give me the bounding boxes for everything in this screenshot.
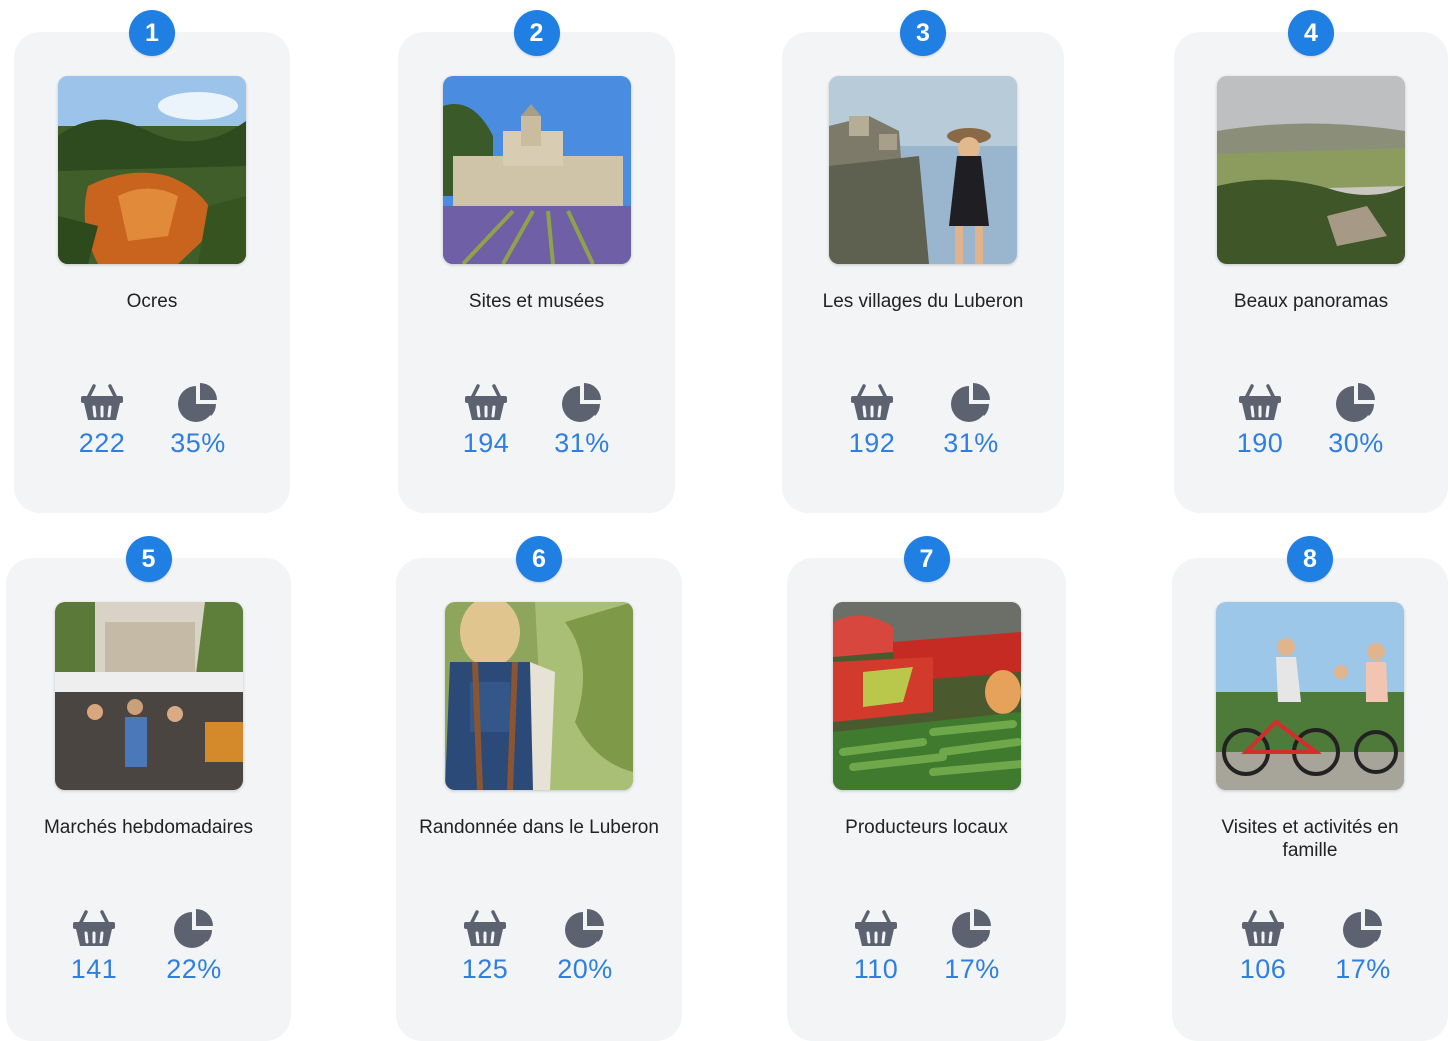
count-stat: 106 xyxy=(1223,908,1303,985)
rank-badge: 8 xyxy=(1287,536,1333,582)
category-card[interactable]: 5 Marchés hebdomadaires 141 22% xyxy=(6,536,291,1041)
count-value: 110 xyxy=(853,954,899,984)
basket-icon xyxy=(1239,384,1281,420)
hiker-forest-photo xyxy=(445,602,633,790)
card-title: Sites et musées xyxy=(468,291,605,312)
count-stat: 194 xyxy=(446,382,526,459)
basket-icon xyxy=(73,910,115,946)
rank-badge: 1 xyxy=(129,10,175,56)
abbey-lavender-photo xyxy=(442,76,631,264)
card-title: Marchés hebdomadaires xyxy=(43,817,254,838)
category-card[interactable]: 3 Les villages du Luberon 192 31% xyxy=(782,10,1064,513)
percent-stat: 22% xyxy=(154,908,234,985)
valley-panorama-photo xyxy=(1217,76,1405,264)
category-card[interactable]: 1 Ocres 222 35% xyxy=(14,10,290,513)
percent-stat: 31% xyxy=(931,382,1011,459)
family-cycling-photo xyxy=(1216,602,1404,790)
category-card[interactable]: 7 Producteurs locaux 110 17% xyxy=(787,536,1066,1041)
percent-stat: 17% xyxy=(932,908,1012,985)
basket-icon xyxy=(81,384,123,420)
pie-chart-icon xyxy=(952,909,991,948)
count-stat: 222 xyxy=(62,382,142,459)
percent-stat: 20% xyxy=(545,908,625,985)
percent-value: 31% xyxy=(943,428,999,458)
pie-chart-icon xyxy=(1343,909,1382,948)
percent-value: 22% xyxy=(166,954,222,984)
basket-icon xyxy=(851,384,893,420)
count-stat: 110 xyxy=(836,908,916,985)
card-title: Producteurs locaux xyxy=(845,817,1008,838)
percent-value: 17% xyxy=(1335,954,1391,984)
pie-chart-icon xyxy=(1336,383,1375,422)
percent-stat: 17% xyxy=(1323,908,1403,985)
market-crowd-photo xyxy=(54,602,243,790)
ochre-cliffs-photo xyxy=(58,76,246,264)
percent-value: 31% xyxy=(554,428,610,458)
card-title: Les villages du Luberon xyxy=(822,291,1024,312)
vegetables-stall-photo xyxy=(832,602,1021,790)
pie-chart-icon xyxy=(565,909,604,948)
count-value: 141 xyxy=(70,954,118,984)
count-value: 222 xyxy=(78,428,126,458)
basket-icon xyxy=(464,910,506,946)
percent-value: 35% xyxy=(170,428,226,458)
basket-icon xyxy=(1242,910,1284,946)
rank-badge: 6 xyxy=(516,536,562,582)
percent-value: 30% xyxy=(1328,428,1384,458)
rank-badge: 7 xyxy=(903,536,950,582)
count-stat: 190 xyxy=(1220,382,1300,459)
count-value: 106 xyxy=(1239,954,1287,984)
rank-badge: 4 xyxy=(1288,10,1334,56)
card-title: Visites et activités en famille xyxy=(1221,817,1399,861)
count-stat: 141 xyxy=(54,908,134,985)
percent-stat: 30% xyxy=(1316,382,1396,459)
category-card[interactable]: 4 Beaux panoramas 190 30% xyxy=(1174,10,1448,513)
pie-chart-icon xyxy=(178,383,217,422)
percent-stat: 31% xyxy=(542,382,622,459)
category-card[interactable]: 6 Randonnée dans le Luberon 125 20% xyxy=(396,536,682,1041)
pie-chart-icon xyxy=(562,383,601,422)
count-stat: 125 xyxy=(445,908,525,985)
basket-icon xyxy=(855,910,897,946)
pie-chart-icon xyxy=(174,909,213,948)
percent-value: 20% xyxy=(557,954,613,984)
count-value: 190 xyxy=(1236,428,1284,458)
category-card[interactable]: 2 Sites et musées 194 31% xyxy=(398,10,675,513)
basket-icon xyxy=(465,384,507,420)
card-title: Ocres xyxy=(126,291,178,312)
pie-chart-icon xyxy=(951,383,990,422)
percent-value: 17% xyxy=(944,954,1000,984)
village-woman-photo xyxy=(829,76,1017,264)
count-value: 125 xyxy=(461,954,509,984)
count-value: 192 xyxy=(848,428,896,458)
percent-stat: 35% xyxy=(158,382,238,459)
card-title: Randonnée dans le Luberon xyxy=(419,817,659,838)
card-title: Beaux panoramas xyxy=(1233,291,1389,312)
category-card[interactable]: 8 Visites et activités en famille 106 17… xyxy=(1172,536,1448,1041)
count-stat: 192 xyxy=(832,382,912,459)
count-value: 194 xyxy=(462,428,510,458)
rank-badge: 2 xyxy=(513,10,560,56)
rank-badge: 5 xyxy=(125,536,172,582)
rank-badge: 3 xyxy=(900,10,946,56)
